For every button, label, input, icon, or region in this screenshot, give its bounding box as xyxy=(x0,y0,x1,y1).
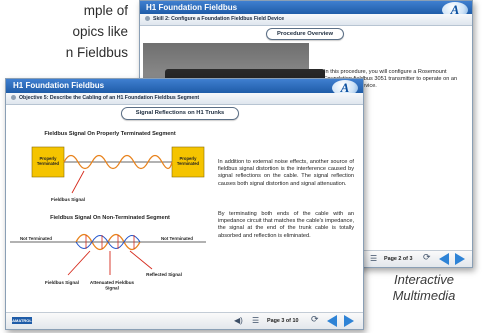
next-arrow-icon[interactable] xyxy=(344,315,354,327)
prev-arrow-icon[interactable] xyxy=(327,315,337,327)
marketing-line: mple of xyxy=(83,3,128,18)
marketing-line: n Fieldbus xyxy=(65,45,128,60)
body-paragraph-2: By terminating both ends of the cable wi… xyxy=(218,211,354,239)
footer-bar: AMATROL ◀) ☰ Page 3 of 10 ⟳ xyxy=(6,312,363,329)
bottom-diagram-title: Fieldbus Signal On Non-Terminated Segmen… xyxy=(50,215,170,221)
prev-arrow-icon[interactable] xyxy=(439,253,449,265)
reflected-pointer-arrow xyxy=(129,250,153,270)
amatrol-brand: AMATROL xyxy=(12,317,32,324)
top-signal-label: Fieldbus Signal xyxy=(51,197,85,202)
menu-icon[interactable]: ☰ xyxy=(252,316,259,325)
objective-bar: Skill 2: Configure a Foundation Fieldbus… xyxy=(140,14,472,26)
speaker-icon[interactable]: ◀) xyxy=(234,316,243,325)
page-indicator: Page 2 of 3 xyxy=(384,256,413,262)
section-title: Procedure Overview xyxy=(266,28,344,40)
bottom-signal-label: Fieldbus Signal xyxy=(45,280,79,285)
caption-line-2: Multimedia xyxy=(392,288,456,303)
top-diagram-title: Fieldbus Signal On Properly Terminated S… xyxy=(44,131,176,137)
caption: Interactive Multimedia xyxy=(372,272,476,304)
window-title: H1 Foundation Fieldbus xyxy=(140,1,472,14)
signal-pointer-arrow xyxy=(71,170,85,194)
signal-pointer-arrow xyxy=(67,250,91,276)
menu-icon[interactable]: ☰ xyxy=(370,254,377,263)
marketing-line: opics like xyxy=(72,24,128,39)
bullet-icon xyxy=(145,16,150,22)
left-not-terminated-label: Not Terminated xyxy=(20,236,52,241)
marketing-text: mple of opics like n Fieldbus xyxy=(0,0,128,63)
page-indicator: Page 3 of 10 xyxy=(267,318,299,324)
front-screen: H1 Foundation Fieldbus A Objective 5: De… xyxy=(5,78,364,330)
next-arrow-icon[interactable] xyxy=(455,253,465,265)
right-not-terminated-label: Not Terminated xyxy=(161,236,193,241)
objective-text: Skill 2: Configure a Foundation Fieldbus… xyxy=(153,16,285,22)
caption-line-1: Interactive xyxy=(394,272,454,287)
reflected-signal-label: Reflected Signal xyxy=(146,272,182,277)
refresh-icon[interactable]: ⟳ xyxy=(423,252,431,263)
refresh-icon[interactable]: ⟳ xyxy=(311,314,319,325)
left-box-label: Properly Terminated xyxy=(37,156,60,166)
reflection-diagram: Fieldbus Signal On Properly Terminated S… xyxy=(10,131,206,291)
right-box-label: Properly Terminated xyxy=(177,156,200,166)
attenuated-signal-label: Attenuated Fieldbus Signal xyxy=(90,280,135,291)
body-paragraph-1: In addition to external noise effects, a… xyxy=(218,159,354,187)
